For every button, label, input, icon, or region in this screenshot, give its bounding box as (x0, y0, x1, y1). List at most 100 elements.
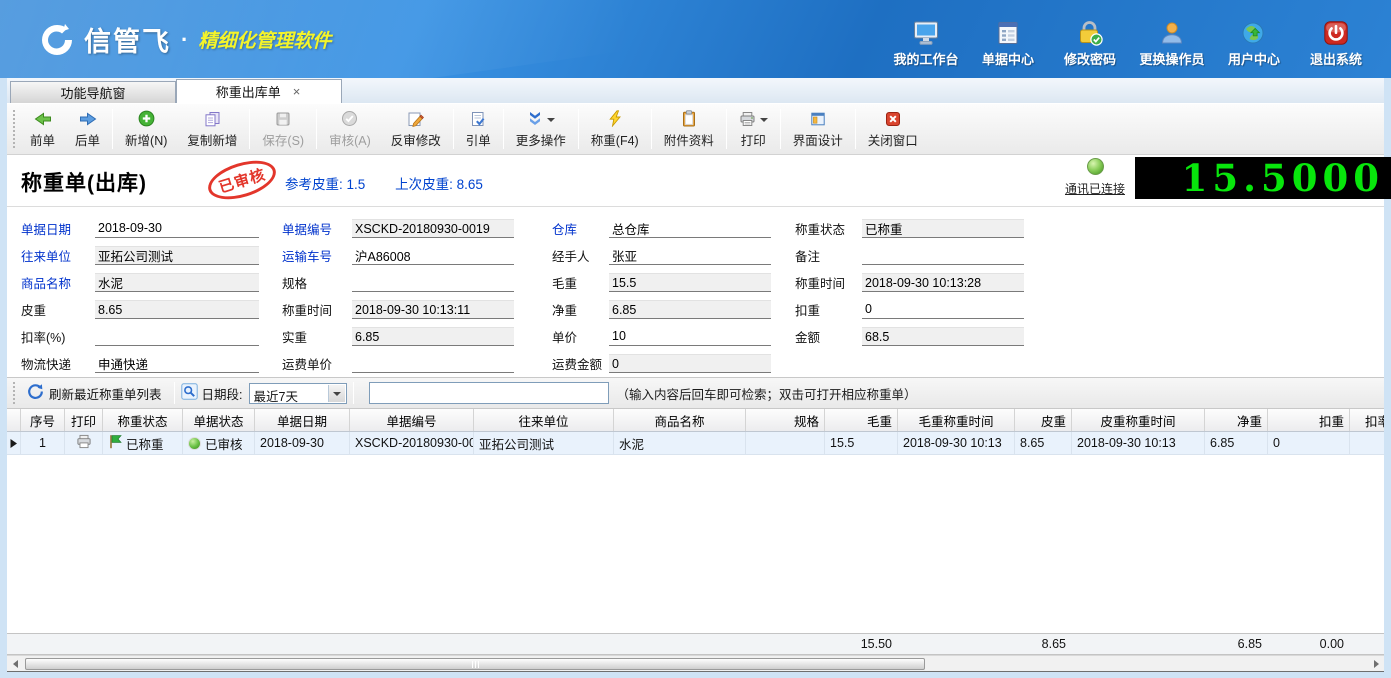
field-input[interactable] (352, 246, 514, 265)
grid-cell-seq: 1 (21, 432, 65, 454)
toolbar-more-actions-button[interactable]: 更多操作 (506, 107, 576, 152)
toolbar-copy-new-button[interactable]: 复制新增 (177, 107, 247, 152)
audit-icon (341, 110, 358, 128)
nav-item-label: 修改密码 (1064, 49, 1116, 68)
tab-label: 称重出库单 (216, 82, 281, 101)
grid-column-header-weigh_status[interactable]: 称重状态 (103, 409, 183, 431)
grid-column-header-deduct_rate[interactable]: 扣率 (1350, 409, 1384, 431)
grid-column-header-seq[interactable]: 序号 (21, 409, 65, 431)
grid-column-header-doc_status[interactable]: 单据状态 (183, 409, 255, 431)
nav-item-workbench[interactable]: 我的工作台 (885, 8, 967, 68)
nav-item-change-password[interactable]: 修改密码 (1049, 8, 1131, 68)
nav-item-label: 单据中心 (982, 49, 1034, 68)
edit-icon (407, 110, 424, 128)
field-input[interactable] (862, 273, 1024, 292)
nav-item-doc-center[interactable]: 单据中心 (967, 8, 1049, 68)
search-input[interactable] (369, 382, 609, 404)
field-label: 运费金额 (552, 354, 609, 373)
horizontal-scrollbar[interactable] (7, 655, 1384, 672)
field-input[interactable] (95, 273, 259, 292)
form-field-row: 金额 (795, 323, 1024, 350)
field-input[interactable] (352, 273, 514, 292)
combo-dropdown-button[interactable] (328, 385, 345, 402)
summary-cell-weigh_status (105, 634, 185, 654)
chevron-down-icon[interactable] (760, 118, 768, 122)
toolbar-ui-design-label: 界面设计 (793, 130, 843, 149)
field-input[interactable] (352, 219, 514, 238)
summary-cell-doc_status (185, 634, 257, 654)
toolbar-separator (578, 109, 579, 149)
grid-column-header-deduct_weight[interactable]: 扣重 (1268, 409, 1350, 431)
weigh-doc-form: 单据日期往来单位商品名称皮重扣率(%)物流快递单据编号运输车号规格称重时间实重运… (7, 207, 1384, 377)
grid-column-header-spec[interactable]: 规格 (746, 409, 825, 431)
printer-small-icon[interactable] (76, 434, 92, 452)
field-input[interactable] (609, 219, 771, 238)
field-input[interactable] (862, 246, 1024, 265)
toolbar-grip-handle[interactable] (13, 110, 15, 148)
grid-column-header-tare_time[interactable]: 皮重称重时间 (1072, 409, 1205, 431)
field-input[interactable] (352, 327, 514, 346)
summary-cell-doc_no (352, 634, 476, 654)
arrow-left-icon (34, 110, 52, 128)
grid-column-header-product[interactable]: 商品名称 (614, 409, 746, 431)
nav-item-exit-system[interactable]: 退出系统 (1295, 8, 1377, 68)
triangle-left-icon (13, 660, 18, 668)
grid-column-header-doc_date[interactable]: 单据日期 (255, 409, 350, 431)
nav-item-switch-operator[interactable]: 更换操作员 (1131, 8, 1213, 68)
toolbar-ui-design-button[interactable]: 界面设计 (783, 107, 853, 152)
scrollbar-thumb[interactable] (25, 658, 925, 670)
filter-separator (353, 382, 354, 404)
date-range-select[interactable]: 最近7天 (249, 383, 347, 404)
toolbar-attachments-button[interactable]: 附件资料 (654, 107, 724, 152)
toolbar-prev-doc-button[interactable]: 前单 (20, 107, 65, 152)
field-input[interactable] (609, 246, 771, 265)
globe-icon (1241, 12, 1267, 46)
toolbar-more-actions-label: 更多操作 (516, 130, 566, 149)
toolbar-next-doc-button[interactable]: 后单 (65, 107, 110, 152)
grid-column-header-gross[interactable]: 毛重 (825, 409, 898, 431)
field-input[interactable] (352, 300, 514, 319)
field-input[interactable] (862, 327, 1024, 346)
grid-column-header-partner[interactable]: 往来单位 (474, 409, 614, 431)
field-input[interactable] (352, 354, 514, 373)
grid-row-1[interactable]: 1已称重已审核2018-09-30XSCKD-20180930-0019亚拓公司… (7, 432, 1384, 455)
toolbar-weigh-f4-button[interactable]: 称重(F4) (581, 107, 649, 152)
toolbar-close-window-button[interactable]: 关闭窗口 (858, 107, 928, 152)
toolbar-print-button[interactable]: 打印 (729, 107, 778, 152)
refresh-list-label: 刷新最近称重单列表 (49, 384, 162, 403)
toolbar-save-label: 保存(S) (262, 130, 304, 149)
tab-weigh-outbound[interactable]: 称重出库单 × (176, 79, 342, 103)
grid-column-header-net[interactable]: 净重 (1205, 409, 1268, 431)
scroll-right-button[interactable] (1368, 657, 1384, 671)
form-field-row: 单价 (552, 323, 771, 350)
grid-column-header-doc_no[interactable]: 单据编号 (350, 409, 474, 431)
field-input[interactable] (862, 219, 1024, 238)
field-label: 皮重 (21, 300, 95, 319)
field-input[interactable] (95, 354, 259, 373)
chevron-down-icon[interactable] (547, 118, 555, 122)
grid-column-header-print[interactable]: 打印 (65, 409, 103, 431)
nav-item-user-center[interactable]: 用户中心 (1213, 8, 1295, 68)
tab-close-icon[interactable]: × (291, 85, 303, 98)
field-input[interactable] (609, 354, 771, 373)
field-input[interactable] (95, 327, 259, 346)
scroll-left-button[interactable] (7, 657, 23, 671)
field-input[interactable] (609, 273, 771, 292)
toolbar-attachments-label: 附件资料 (664, 130, 714, 149)
grid-column-header-gross_time[interactable]: 毛重称重时间 (898, 409, 1015, 431)
tab-function-nav[interactable]: 功能导航窗 (10, 81, 176, 103)
filter-grip-handle[interactable] (13, 382, 15, 404)
field-input[interactable] (95, 300, 259, 319)
field-input[interactable] (609, 327, 771, 346)
toolbar-new-doc-button[interactable]: 新增(N) (115, 107, 177, 152)
refresh-list-button[interactable]: 刷新最近称重单列表 (21, 381, 168, 405)
field-input[interactable] (862, 300, 1024, 319)
field-input[interactable] (95, 219, 259, 238)
field-input[interactable] (95, 246, 259, 265)
grid-cell-doc_no: XSCKD-20180930-0019 (350, 432, 474, 454)
toolbar-unaudit-edit-button[interactable]: 反审修改 (381, 107, 451, 152)
field-input[interactable] (609, 300, 771, 319)
toolbar-pull-doc-button[interactable]: 引单 (456, 107, 501, 152)
form-field-row: 运费单价 (282, 350, 514, 377)
grid-column-header-tare[interactable]: 皮重 (1015, 409, 1072, 431)
